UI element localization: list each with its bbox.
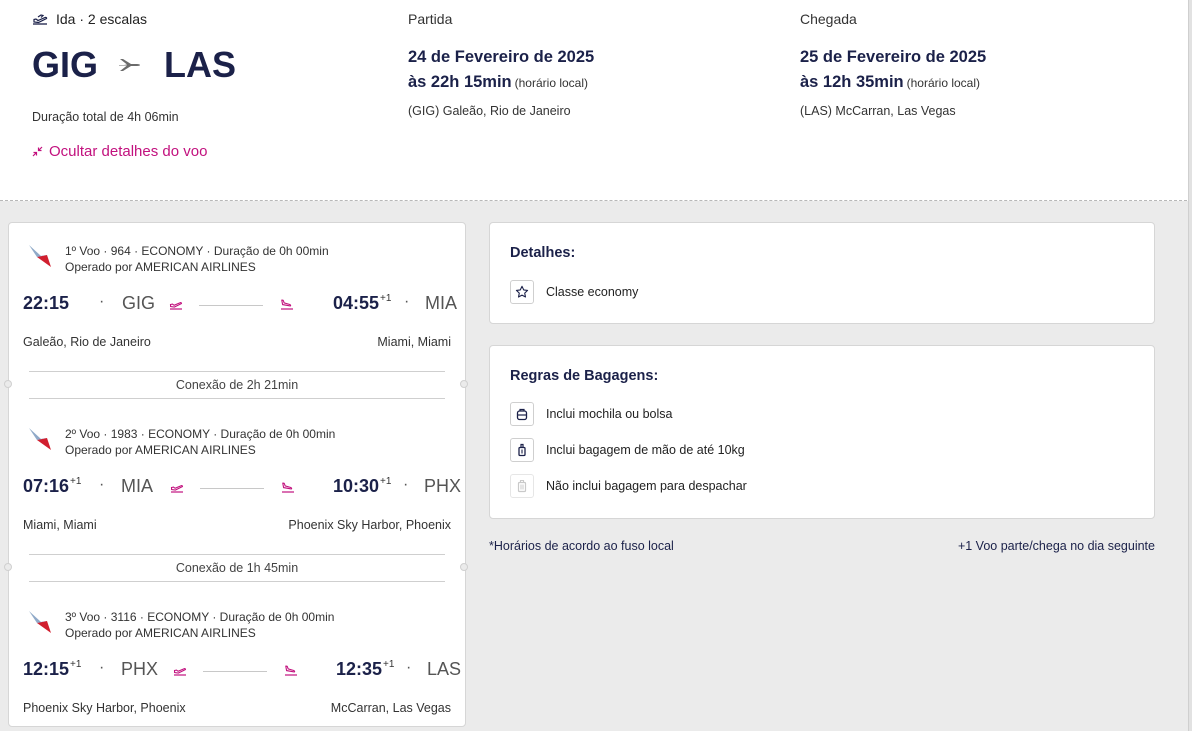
card-notch xyxy=(460,380,468,388)
card-notch xyxy=(4,380,12,388)
card-notch xyxy=(4,563,12,571)
details-card: Detalhes: Classe economy xyxy=(489,222,1155,324)
flight-segments-card: 1º Voo · 964 · ECONOMY · Duração de 0h 0… xyxy=(4,222,468,727)
timezone-note: *Horários de acordo ao fuso local xyxy=(489,539,674,553)
takeoff-icon xyxy=(170,485,184,493)
landing-icon xyxy=(282,482,294,493)
segment-info: 3º Voo · 3116 · ECONOMY · Duração de 0h … xyxy=(65,609,334,641)
collapse-icon xyxy=(32,146,43,157)
departure-code: PHX xyxy=(121,659,159,679)
departure-time: 12:15+1 xyxy=(23,659,82,679)
arrival-time: às 12h 35min (horário local) xyxy=(800,73,986,92)
departure-time: 22:15 xyxy=(23,293,70,313)
departure-time-value: às 22h 15min xyxy=(408,73,512,91)
baggage-item: Não inclui bagagem para despachar xyxy=(510,474,747,498)
departure-city: Miami, Miami xyxy=(23,518,97,532)
departure-column: Partida 24 de Fevereiro de 2025 às 22h 1… xyxy=(408,11,594,118)
trip-summary: Ida · 2 escalas GIG LAS Duração total de… xyxy=(0,0,1192,201)
arrival-column: Chegada 25 de Fevereiro de 2025 às 12h 3… xyxy=(800,11,986,118)
arrival-time: 04:55+1 xyxy=(333,293,392,313)
segment-flight-info: 1º Voo · 964 · ECONOMY · Duração de 0h 0… xyxy=(65,244,329,258)
american-airlines-logo xyxy=(29,611,51,633)
class-label: Classe economy xyxy=(546,285,639,299)
departure-time-note: (horário local) xyxy=(514,76,588,90)
departure-date: 24 de Fevereiro de 2025 xyxy=(408,48,595,66)
arrival-time-note: (horário local) xyxy=(906,76,980,90)
segment-operator: Operado por AMERICAN AIRLINES xyxy=(65,626,256,640)
departure-code: MIA xyxy=(121,476,154,496)
arrival-time: 12:35+1 xyxy=(336,659,395,679)
departure-label: Partida xyxy=(408,11,453,27)
segment-info: 2º Voo · 1983 · ECONOMY · Duração de 0h … xyxy=(65,426,335,458)
connection-info: Conexão de 1h 45min xyxy=(29,554,445,582)
plane-icon xyxy=(119,59,141,71)
departure-city: Galeão, Rio de Janeiro xyxy=(23,335,151,349)
arrival-time: 10:30+1 xyxy=(333,476,392,496)
segment-times: 12:15+1 · PHX 12:35+1 · LAS xyxy=(23,659,462,679)
trip-type-label: Ida · 2 escalas xyxy=(56,11,148,27)
card-notch xyxy=(460,563,468,571)
segment-flight-info: 2º Voo · 1983 · ECONOMY · Duração de 0h … xyxy=(65,427,336,441)
segment-times: 07:16+1 · MIA 10:30+1 · PHX xyxy=(23,476,462,496)
details-title: Detalhes: xyxy=(510,245,576,261)
scrollbar[interactable] xyxy=(1188,0,1192,731)
segment-operator: Operado por AMERICAN AIRLINES xyxy=(65,260,256,274)
arrival-code: PHX xyxy=(424,476,462,496)
baggage-item-label: Inclui mochila ou bolsa xyxy=(546,407,673,421)
landing-icon xyxy=(281,299,293,310)
total-duration: Duração total de 4h 06min xyxy=(32,110,179,124)
next-day-note: +1 Voo parte/chega no dia seguinte xyxy=(957,539,1155,553)
backpack-icon xyxy=(516,408,528,421)
origin-code: GIG xyxy=(32,44,99,85)
segment-times: 22:15 · GIG 04:55+1 · MIA xyxy=(23,293,458,313)
segment-operator: Operado por AMERICAN AIRLINES xyxy=(65,443,256,457)
baggage-item: Inclui bagagem de mão de até 10kg xyxy=(510,438,745,462)
takeoff-icon xyxy=(33,14,48,25)
departure-code: GIG xyxy=(122,293,156,313)
baggage-title: Regras de Bagagens: xyxy=(510,368,659,384)
class-item: Classe economy xyxy=(510,280,638,304)
baggage-item-label: Inclui bagagem de mão de até 10kg xyxy=(546,443,745,457)
trip-type: Ida · 2 escalas xyxy=(32,11,147,27)
segment-flight-info: 3º Voo · 3116 · ECONOMY · Duração de 0h … xyxy=(65,610,335,624)
arrival-time-value: às 12h 35min xyxy=(800,73,904,91)
arrival-city: Phoenix Sky Harbor, Phoenix xyxy=(288,518,451,532)
arrival-code: LAS xyxy=(427,659,462,679)
destination-code: LAS xyxy=(164,44,237,85)
baggage-item-label: Não inclui bagagem para despachar xyxy=(546,479,747,493)
departure-city: Phoenix Sky Harbor, Phoenix xyxy=(23,701,186,715)
arrival-city: Miami, Miami xyxy=(377,335,451,349)
arrival-date: 25 de Fevereiro de 2025 xyxy=(800,48,987,66)
segment-info: 1º Voo · 964 · ECONOMY · Duração de 0h 0… xyxy=(65,243,329,275)
arrival-label: Chegada xyxy=(800,11,857,27)
american-airlines-logo xyxy=(29,428,51,450)
carry-on-suitcase-icon xyxy=(518,443,526,457)
connection-info: Conexão de 2h 21min xyxy=(29,371,445,399)
departure-time: às 22h 15min (horário local) xyxy=(408,73,594,92)
baggage-item: Inclui mochila ou bolsa xyxy=(510,402,672,426)
hide-details-label: Ocultar detalhes do voo xyxy=(49,143,208,160)
route: GIG LAS xyxy=(32,44,236,86)
landing-icon xyxy=(285,665,297,676)
american-airlines-logo xyxy=(29,245,51,267)
takeoff-icon xyxy=(173,668,187,676)
arrival-city: McCarran, Las Vegas xyxy=(330,701,451,715)
departure-airport: (GIG) Galeão, Rio de Janeiro xyxy=(408,104,571,118)
star-icon xyxy=(515,285,529,298)
arrival-airport: (LAS) McCarran, Las Vegas xyxy=(800,104,956,118)
departure-time: 07:16+1 xyxy=(23,476,82,496)
baggage-rules-card: Regras de Bagagens: Inclui mochila ou bo… xyxy=(489,345,1155,519)
arrival-code: MIA xyxy=(425,293,458,313)
checked-bag-icon xyxy=(517,479,527,493)
takeoff-icon xyxy=(169,302,183,310)
hide-details-link[interactable]: Ocultar detalhes do voo xyxy=(32,143,207,160)
